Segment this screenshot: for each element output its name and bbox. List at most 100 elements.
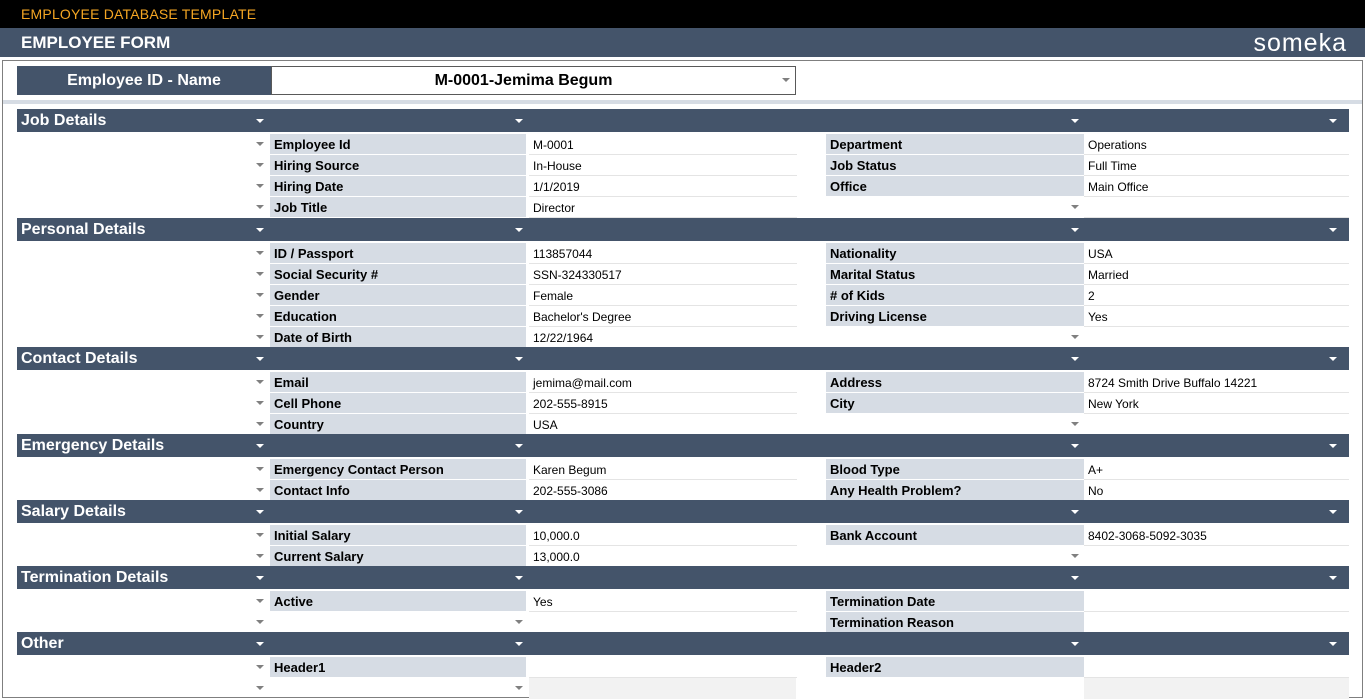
section-filter-arrow-icon[interactable] (256, 576, 264, 580)
field-value[interactable]: Yes (529, 591, 797, 612)
field-value[interactable]: A+ (1084, 459, 1349, 480)
field-value[interactable] (1084, 414, 1349, 435)
section-filter-arrow-icon[interactable] (515, 444, 523, 448)
chevron-down-icon[interactable] (256, 293, 264, 297)
section-filter-arrow-icon[interactable] (1329, 510, 1337, 514)
section-filter-arrow-icon[interactable] (515, 576, 523, 580)
section-filter-arrow-icon[interactable] (1071, 576, 1079, 580)
field-value[interactable] (1084, 591, 1349, 612)
chevron-down-icon[interactable] (256, 272, 264, 276)
section-filter-arrow-icon[interactable] (515, 228, 523, 232)
section-filter-arrow-icon[interactable] (1329, 642, 1337, 646)
field-value[interactable]: Main Office (1084, 176, 1349, 197)
field-value[interactable]: 113857044 (529, 243, 797, 264)
field-value[interactable]: SSN-324330517 (529, 264, 797, 285)
chevron-down-icon[interactable] (256, 533, 264, 537)
chevron-down-icon[interactable] (1071, 205, 1079, 209)
chevron-down-icon[interactable] (256, 686, 264, 690)
chevron-down-icon[interactable] (515, 686, 523, 690)
field-value[interactable] (1084, 612, 1349, 633)
field-value-text: New York (1088, 397, 1139, 411)
field-value[interactable]: 8402-3068-5092-3035 (1084, 525, 1349, 546)
section-filter-arrow-icon[interactable] (1071, 444, 1079, 448)
field-value[interactable]: USA (1084, 243, 1349, 264)
field-value[interactable]: 202-555-3086 (529, 480, 797, 501)
section-filter-arrow-icon[interactable] (1329, 357, 1337, 361)
field-value[interactable] (529, 612, 797, 633)
field-value[interactable]: No (1084, 480, 1349, 501)
field-value[interactable]: jemima@mail.com (529, 372, 797, 393)
chevron-down-icon[interactable] (256, 380, 264, 384)
section-filter-arrow-icon[interactable] (1071, 228, 1079, 232)
section-filter-arrow-icon[interactable] (256, 510, 264, 514)
field-value[interactable] (1084, 678, 1349, 699)
field-value[interactable]: Bachelor's Degree (529, 306, 797, 327)
field-value[interactable]: Operations (1084, 134, 1349, 155)
field-value[interactable] (1084, 657, 1349, 678)
chevron-down-icon[interactable] (256, 665, 264, 669)
chevron-down-icon[interactable] (256, 184, 264, 188)
section-filter-arrow-icon[interactable] (256, 357, 264, 361)
section-filter-arrow-icon[interactable] (256, 228, 264, 232)
chevron-down-icon[interactable] (256, 205, 264, 209)
section-filter-arrow-icon[interactable] (515, 119, 523, 123)
chevron-down-icon[interactable] (256, 620, 264, 624)
field-value[interactable]: New York (1084, 393, 1349, 414)
chevron-down-icon[interactable] (256, 335, 264, 339)
section-filter-arrow-icon[interactable] (1329, 444, 1337, 448)
chevron-down-icon[interactable] (256, 251, 264, 255)
section-filter-arrow-icon[interactable] (1329, 228, 1337, 232)
section-filter-arrow-icon[interactable] (1329, 119, 1337, 123)
chevron-down-icon[interactable] (256, 314, 264, 318)
chevron-down-icon[interactable] (256, 401, 264, 405)
field-value[interactable]: Married (1084, 264, 1349, 285)
chevron-down-icon[interactable] (256, 488, 264, 492)
section-filter-arrow-icon[interactable] (256, 642, 264, 646)
chevron-down-icon[interactable] (256, 554, 264, 558)
section-filter-arrow-icon[interactable] (1071, 642, 1079, 646)
field-value[interactable] (529, 657, 797, 678)
field-value[interactable] (1084, 546, 1349, 567)
section-filter-arrow-icon[interactable] (256, 119, 264, 123)
section-filter-arrow-icon[interactable] (515, 642, 523, 646)
chevron-down-icon[interactable] (1071, 335, 1079, 339)
field-value[interactable]: 2 (1084, 285, 1349, 306)
field-value[interactable]: 8724 Smith Drive Buffalo 14221 (1084, 372, 1349, 393)
chevron-down-icon[interactable] (1071, 554, 1079, 558)
chevron-down-icon[interactable] (256, 163, 264, 167)
field-value[interactable]: Full Time (1084, 155, 1349, 176)
employee-selector-dropdown[interactable]: M-0001-Jemima Begum (271, 66, 796, 95)
section-filter-arrow-icon[interactable] (515, 357, 523, 361)
field-value[interactable]: Yes (1084, 306, 1349, 327)
field-value[interactable]: Female (529, 285, 797, 306)
field-value[interactable]: M-0001 (529, 134, 797, 155)
field-value[interactable]: Karen Begum (529, 459, 797, 480)
field-value[interactable]: 10,000.0 (529, 525, 797, 546)
section-filter-arrow-icon[interactable] (1071, 510, 1079, 514)
field-value[interactable]: In-House (529, 155, 797, 176)
section-filter-arrow-icon[interactable] (1329, 576, 1337, 580)
chevron-down-icon[interactable] (256, 422, 264, 426)
section-filter-arrow-icon[interactable] (256, 444, 264, 448)
field-label-text: City (830, 396, 855, 411)
field-value[interactable]: USA (529, 414, 797, 435)
chevron-down-icon[interactable] (782, 78, 790, 82)
section-filter-arrow-icon[interactable] (1071, 119, 1079, 123)
field-value[interactable]: 1/1/2019 (529, 176, 797, 197)
field-value[interactable]: 13,000.0 (529, 546, 797, 567)
chevron-down-icon[interactable] (1071, 422, 1079, 426)
field-value[interactable]: 202-555-8915 (529, 393, 797, 414)
section-filter-arrow-icon[interactable] (515, 510, 523, 514)
chevron-down-icon[interactable] (256, 142, 264, 146)
field-label: Department (826, 134, 1084, 155)
chevron-down-icon[interactable] (256, 467, 264, 471)
field-value[interactable] (1084, 197, 1349, 218)
field-value[interactable]: Director (529, 197, 797, 218)
form-title: EMPLOYEE FORM (21, 33, 170, 53)
chevron-down-icon[interactable] (256, 599, 264, 603)
field-value[interactable] (1084, 327, 1349, 348)
section-filter-arrow-icon[interactable] (1071, 357, 1079, 361)
chevron-down-icon[interactable] (515, 620, 523, 624)
field-value[interactable]: 12/22/1964 (529, 327, 797, 348)
field-value[interactable] (529, 678, 797, 699)
